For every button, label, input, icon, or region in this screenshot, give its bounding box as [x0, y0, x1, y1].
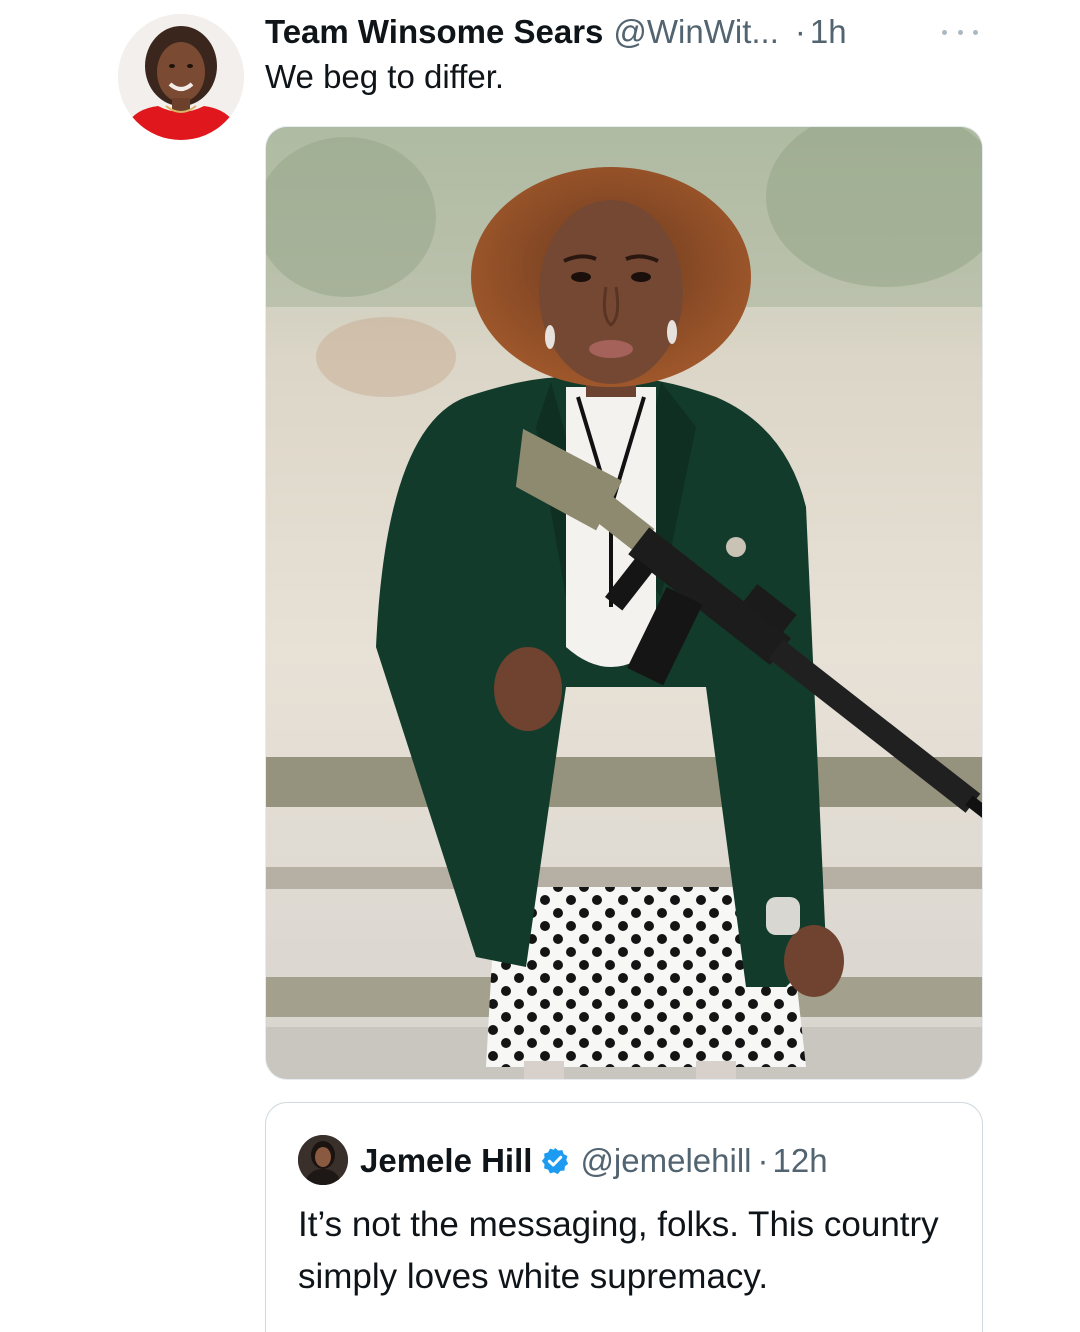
- more-horizontal-icon[interactable]: [942, 22, 978, 42]
- author-display-name[interactable]: Team Winsome Sears: [265, 13, 603, 51]
- quoted-author-display-name[interactable]: Jemele Hill: [360, 1142, 532, 1180]
- quoted-tweet[interactable]: Jemele Hill @jemelehill · 12h It’s not t…: [265, 1102, 983, 1332]
- quoted-tweet-header: Jemele Hill @jemelehill · 12h: [360, 1139, 828, 1183]
- more-dot: [957, 29, 963, 35]
- quoted-tweet-text: It’s not the messaging, folks. This coun…: [298, 1205, 939, 1296]
- author-avatar[interactable]: [118, 14, 244, 140]
- quoted-author-handle[interactable]: @jemelehill: [580, 1142, 751, 1180]
- tweet-photo: [266, 127, 982, 1079]
- quoted-tweet-timestamp[interactable]: 12h: [773, 1142, 828, 1180]
- quoted-header-separator: ·: [757, 1142, 769, 1179]
- tweet-header: Team Winsome Sears @WinWit... · 1h: [265, 10, 847, 54]
- more-dot: [942, 29, 947, 35]
- tweet-text: We beg to differ.: [265, 58, 505, 95]
- quoted-author-avatar-image: [298, 1135, 348, 1185]
- verified-badge-icon: [542, 1147, 569, 1175]
- author-avatar-image: [118, 14, 244, 140]
- quoted-author-avatar[interactable]: [298, 1135, 348, 1185]
- tweet-media[interactable]: [265, 126, 983, 1080]
- tweet: Team Winsome Sears @WinWit... · 1h We be…: [0, 0, 1080, 1332]
- more-dot: [973, 29, 978, 35]
- author-handle[interactable]: @WinWit...: [613, 13, 778, 51]
- tweet-timestamp[interactable]: 1h: [810, 13, 847, 51]
- header-separator: ·: [794, 13, 806, 50]
